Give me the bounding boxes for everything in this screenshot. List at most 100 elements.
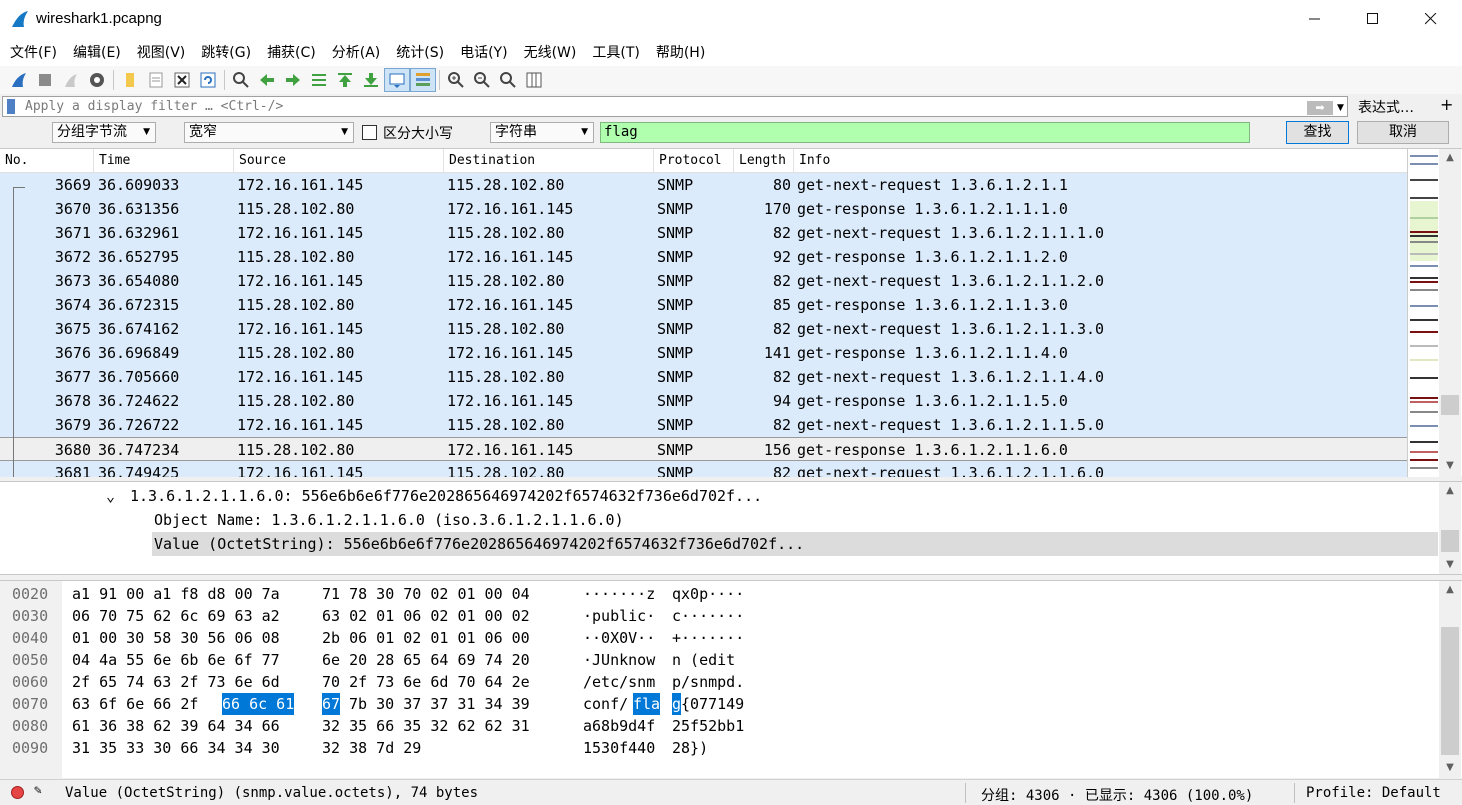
go-back-button[interactable]: [254, 68, 280, 92]
scroll-up-icon[interactable]: ▲: [1439, 482, 1461, 500]
ascii-bytes[interactable]: 25f52bb1: [672, 715, 744, 737]
packet-row[interactable]: 3679 36.726722 172.16.161.145 115.28.102.80…: [0, 413, 1407, 437]
detail-varbind-line[interactable]: 1.3.6.1.2.1.1.6.0: 556e6b6e6f776e2028656…: [130, 484, 762, 508]
menu-help[interactable]: 帮助(H): [648, 42, 713, 62]
ascii-bytes[interactable]: c·······: [672, 605, 744, 627]
find-packet-button[interactable]: [228, 68, 254, 92]
hex-bytes[interactable]: 7b 30 37 37 31 34 39: [340, 693, 530, 715]
menu-edit[interactable]: 编辑(E): [65, 42, 129, 62]
hex-bytes[interactable]: a1 91 00 a1 f8 d8 00 7a: [72, 583, 280, 605]
ascii-bytes[interactable]: p/snmpd.: [672, 671, 744, 693]
zoom-out-button[interactable]: [469, 68, 495, 92]
ascii-bytes-match[interactable]: fla: [633, 693, 661, 715]
packet-row[interactable]: 3673 36.654080 172.16.161.145 115.28.102.80…: [0, 269, 1407, 293]
column-destination[interactable]: Destination: [444, 149, 654, 173]
hex-bytes-match[interactable]: 67: [322, 693, 341, 715]
detail-object-name[interactable]: Object Name: 1.3.6.1.2.1.1.6.0 (iso.3.6.…: [154, 508, 624, 532]
add-filter-button[interactable]: +: [1440, 95, 1453, 114]
search-in-select[interactable]: 分组字节流 ▼: [52, 122, 156, 143]
ascii-bytes[interactable]: ·JUnknow: [583, 649, 655, 671]
detail-value-selected[interactable]: Value (OctetString): 556e6b6e6f776e20286…: [152, 532, 1438, 556]
packet-row[interactable]: 3678 36.724622 115.28.102.80 172.16.161.145…: [0, 389, 1407, 413]
ascii-bytes[interactable]: /etc/snm: [583, 671, 655, 693]
packet-row[interactable]: 3674 36.672315 115.28.102.80 172.16.161.145…: [0, 293, 1407, 317]
reload-file-button[interactable]: [195, 68, 221, 92]
hex-bytes[interactable]: 70 2f 73 6e 6d 70 64 2e: [322, 671, 530, 693]
close-button[interactable]: [1402, 0, 1460, 38]
go-to-packet-button[interactable]: [306, 68, 332, 92]
packet-row[interactable]: 3681 36.749425 172.16.161.145 115.28.102.80…: [0, 461, 1407, 477]
find-string-input[interactable]: flag: [600, 122, 1250, 143]
column-time[interactable]: Time: [94, 149, 234, 173]
colorize-button[interactable]: [410, 68, 436, 92]
menu-file[interactable]: 文件(F): [2, 42, 65, 62]
packet-row[interactable]: 3677 36.705660 172.16.161.145 115.28.102.80…: [0, 365, 1407, 389]
close-file-button[interactable]: [169, 68, 195, 92]
byte-offset[interactable]: 0080: [12, 715, 48, 737]
bytes-scrollbar[interactable]: ▲ ▼: [1439, 581, 1461, 779]
ascii-bytes[interactable]: 28}): [672, 737, 708, 759]
column-no[interactable]: No.: [0, 149, 94, 173]
capture-comment-icon[interactable]: ✎: [34, 783, 42, 798]
hex-bytes-match[interactable]: 66 6c 61: [222, 693, 295, 715]
menu-wireless[interactable]: 无线(W): [516, 42, 585, 62]
capture-options-button[interactable]: [84, 68, 110, 92]
packet-row[interactable]: 3672 36.652795 115.28.102.80 172.16.161.145…: [0, 245, 1407, 269]
packet-minimap[interactable]: [1407, 149, 1439, 477]
ascii-bytes[interactable]: conf/: [583, 693, 628, 715]
scroll-down-icon[interactable]: ▼: [1439, 556, 1461, 574]
packet-list-scrollbar[interactable]: ▲ ▼: [1439, 149, 1461, 477]
ascii-bytes[interactable]: ·······z: [583, 583, 655, 605]
menu-statistics[interactable]: 统计(S): [388, 42, 452, 62]
scroll-up-icon[interactable]: ▲: [1439, 581, 1461, 599]
stop-capture-button[interactable]: [32, 68, 58, 92]
packet-row[interactable]: 3676 36.696849 115.28.102.80 172.16.161.145…: [0, 341, 1407, 365]
status-profile[interactable]: Profile: Default: [1306, 785, 1441, 801]
case-sensitive-checkbox[interactable]: [362, 125, 377, 140]
open-file-button[interactable]: [117, 68, 143, 92]
ascii-bytes[interactable]: {077149: [681, 693, 744, 715]
menu-view[interactable]: 视图(V): [129, 42, 194, 62]
hex-bytes[interactable]: 63 02 01 06 02 01 00 02: [322, 605, 530, 627]
byte-offset[interactable]: 0020: [12, 583, 48, 605]
packet-row[interactable]: 3670 36.631356 115.28.102.80 172.16.161.145…: [0, 197, 1407, 221]
hex-bytes[interactable]: 2f 65 74 63 2f 73 6e 6d: [72, 671, 280, 693]
menu-go[interactable]: 跳转(G): [193, 42, 259, 62]
find-button[interactable]: 查找: [1286, 121, 1349, 144]
hex-bytes[interactable]: 32 38 7d 29: [322, 737, 421, 759]
byte-offset[interactable]: 0040: [12, 627, 48, 649]
ascii-bytes[interactable]: +·······: [672, 627, 744, 649]
maximize-button[interactable]: [1344, 0, 1402, 38]
hex-bytes[interactable]: 63 6f 6e 66 2f: [72, 693, 207, 715]
auto-scroll-button[interactable]: [384, 68, 410, 92]
menu-telephony[interactable]: 电话(Y): [452, 42, 515, 62]
details-scrollbar[interactable]: ▲ ▼: [1439, 482, 1461, 574]
ascii-bytes-match[interactable]: g: [672, 693, 682, 715]
column-protocol[interactable]: Protocol: [654, 149, 734, 173]
scroll-thumb[interactable]: [1441, 395, 1459, 415]
column-source[interactable]: Source: [234, 149, 444, 173]
resize-columns-button[interactable]: [521, 68, 547, 92]
zoom-reset-button[interactable]: [495, 68, 521, 92]
byte-offset[interactable]: 0090: [12, 737, 48, 759]
hex-bytes[interactable]: 71 78 30 70 02 01 00 04: [322, 583, 530, 605]
ascii-bytes[interactable]: qx0p····: [672, 583, 744, 605]
charset-select[interactable]: 宽窄 ▼: [184, 122, 354, 143]
filter-history-dropdown-icon[interactable]: ▼: [1337, 103, 1344, 113]
display-filter-input[interactable]: Apply a display filter … <Ctrl-/> ➡ ▼: [2, 96, 1348, 117]
packet-row[interactable]: 3675 36.674162 172.16.161.145 115.28.102.80…: [0, 317, 1407, 341]
column-length[interactable]: Length: [734, 149, 794, 173]
cancel-find-button[interactable]: 取消: [1357, 121, 1449, 144]
scroll-thumb[interactable]: [1441, 530, 1459, 552]
first-packet-button[interactable]: [332, 68, 358, 92]
scroll-down-icon[interactable]: ▼: [1439, 457, 1461, 475]
byte-offset[interactable]: 0070: [12, 693, 48, 715]
start-capture-button[interactable]: [6, 68, 32, 92]
byte-offset[interactable]: 0050: [12, 649, 48, 671]
ascii-bytes[interactable]: a68b9d4f: [583, 715, 655, 737]
zoom-in-button[interactable]: [443, 68, 469, 92]
menu-analyze[interactable]: 分析(A): [324, 42, 389, 62]
scroll-down-icon[interactable]: ▼: [1439, 759, 1461, 777]
search-type-select[interactable]: 字符串 ▼: [490, 122, 594, 143]
filter-bookmark-icon[interactable]: [7, 99, 15, 114]
